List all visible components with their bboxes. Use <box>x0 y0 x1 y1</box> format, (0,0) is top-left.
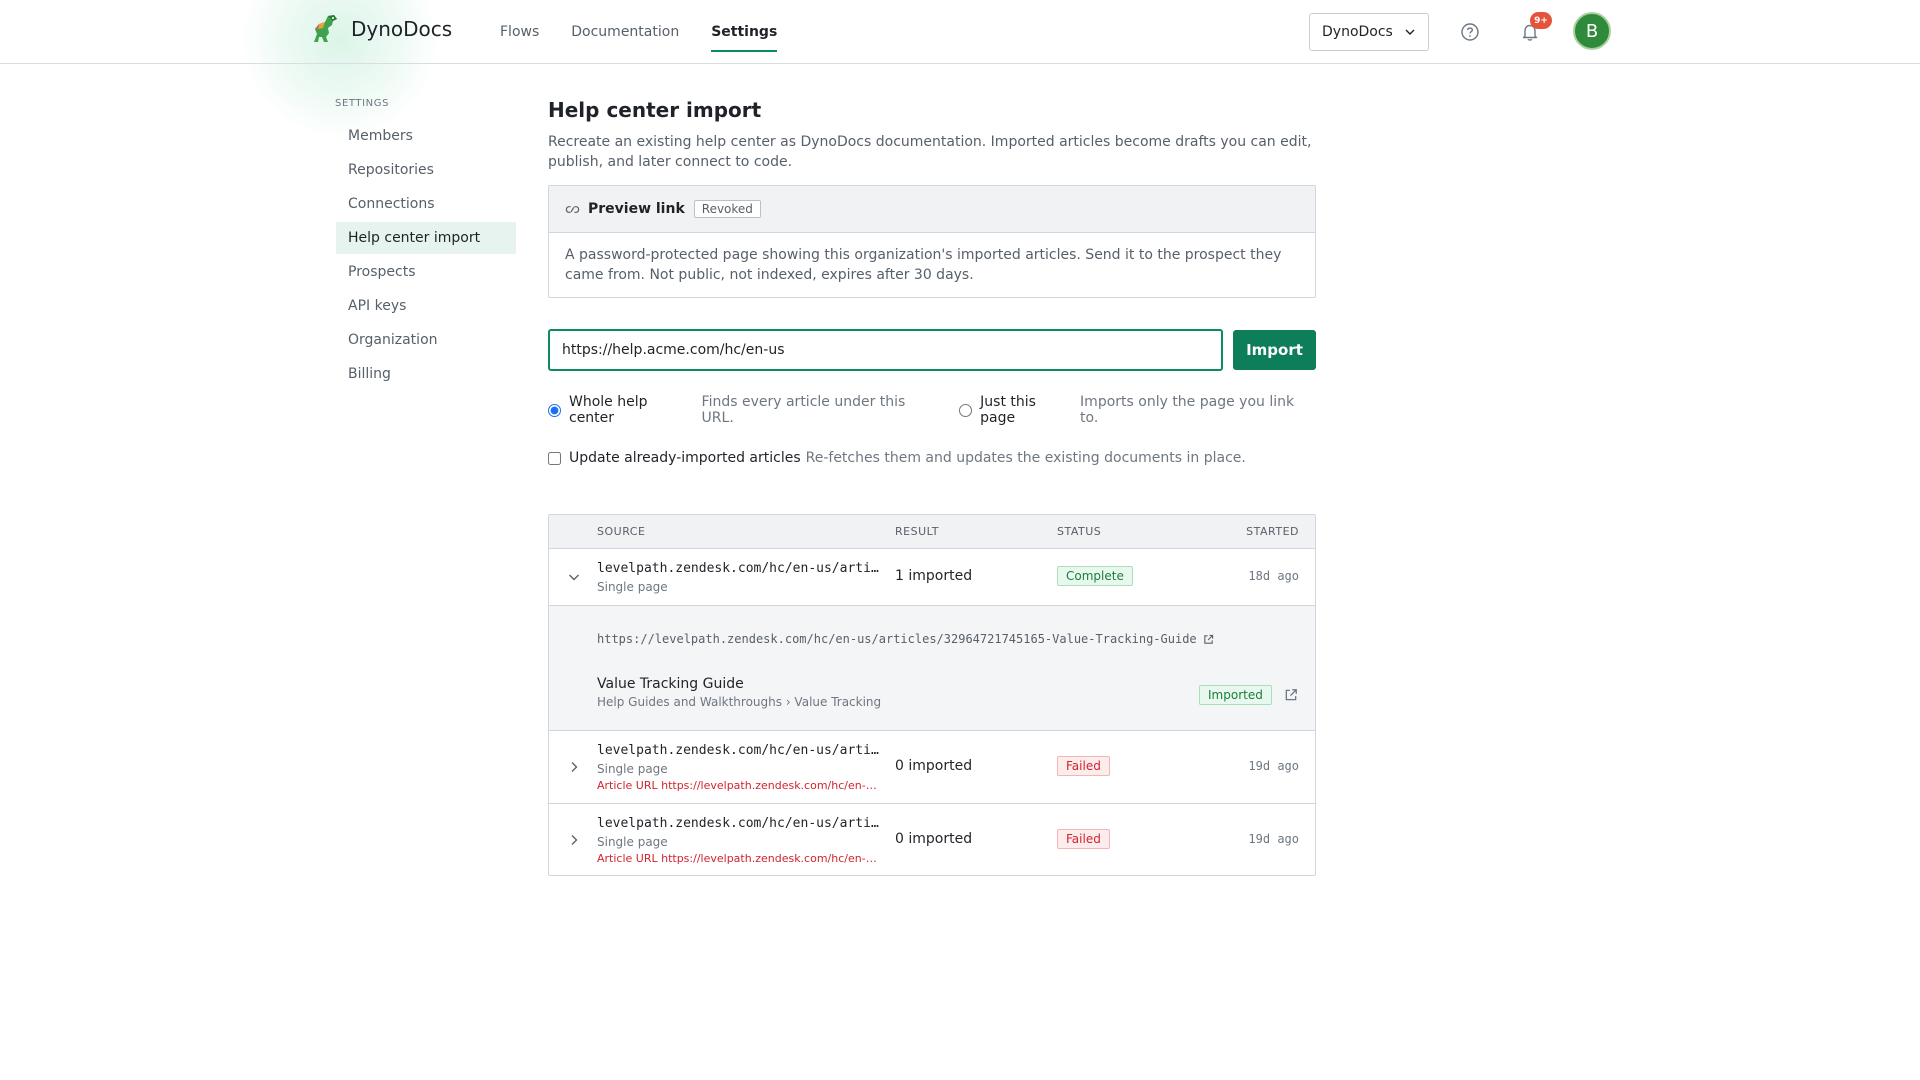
row-result: 0 imported <box>895 831 973 847</box>
whole-help-center-radio[interactable] <box>548 403 561 417</box>
status-badge: Complete <box>1057 566 1133 586</box>
detail-source-link[interactable]: https://levelpath.zendesk.com/hc/en-us/a… <box>597 632 1214 646</box>
just-this-page-hint: Imports only the page you link to. <box>1080 394 1295 426</box>
row-source-kind: Single page <box>597 762 668 776</box>
external-link-icon[interactable] <box>1284 688 1298 702</box>
imported-badge: Imported <box>1199 685 1272 705</box>
chevron-right-icon[interactable] <box>566 832 582 848</box>
settings-sidebar: Members Repositories Connections Help ce… <box>336 120 516 392</box>
row-detail-panel: https://levelpath.zendesk.com/hc/en-us/a… <box>549 606 1315 731</box>
column-header-started: STARTED <box>1246 525 1299 538</box>
table-row[interactable]: levelpath.zendesk.com/hc/en-us/articles … <box>549 731 1315 804</box>
sidebar-item-billing[interactable]: Billing <box>336 358 516 390</box>
update-imported-checkbox[interactable] <box>548 451 561 465</box>
sidebar-item-api-keys[interactable]: API keys <box>336 290 516 322</box>
preview-link-panel: Preview link Revoked A password-protecte… <box>548 185 1316 298</box>
main-nav: Flows Documentation Settings <box>500 0 809 64</box>
row-result: 0 imported <box>895 758 973 774</box>
row-source-kind: Single page <box>597 835 668 849</box>
page-description: Recreate an existing help center as Dyno… <box>548 134 1312 170</box>
preview-link-title: Preview link <box>588 201 685 217</box>
column-header-source: SOURCE <box>597 525 646 538</box>
imports-table: SOURCE RESULT STATUS STARTED levelpath.z… <box>548 514 1316 876</box>
table-header: SOURCE RESULT STATUS STARTED <box>549 515 1315 549</box>
column-header-result: RESULT <box>895 525 939 538</box>
nav-settings[interactable]: Settings <box>711 0 778 64</box>
row-source-url: levelpath.zendesk.com/hc/en-us/articles <box>597 743 879 758</box>
brand-logo[interactable]: DynoDocs <box>306 12 452 46</box>
page-title: Help center import <box>548 98 762 122</box>
sidebar-section-label: SETTINGS <box>335 98 390 109</box>
dino-icon <box>314 15 337 42</box>
row-source-url: levelpath.zendesk.com/hc/en-us/articles/… <box>597 561 879 576</box>
sidebar-item-help-center-import[interactable]: Help center import <box>336 222 516 254</box>
preview-link-description: A password-protected page showing this o… <box>565 247 1282 283</box>
row-result: 1 imported <box>895 568 973 584</box>
whole-help-center-hint: Finds every article under this URL. <box>701 394 906 426</box>
just-this-page-radio[interactable] <box>959 403 973 417</box>
link-icon <box>565 205 580 213</box>
revoked-badge: Revoked <box>693 200 761 218</box>
table-row[interactable]: levelpath.zendesk.com/hc/en-us/articles … <box>549 804 1315 875</box>
status-badge: Failed <box>1057 829 1110 849</box>
row-source-url: levelpath.zendesk.com/hc/en-us/articles <box>597 816 879 831</box>
help-icon <box>1461 23 1479 41</box>
article-breadcrumb: Help Guides and Walkthroughs › Value Tra… <box>597 695 882 709</box>
update-imported-hint: Re-fetches them and updates the existing… <box>805 450 1246 466</box>
org-selector[interactable]: DynoDocs <box>1309 13 1429 51</box>
org-selector-label: DynoDocs <box>1322 24 1393 40</box>
nav-flows[interactable]: Flows <box>500 0 539 64</box>
row-started: 19d ago <box>1248 759 1299 773</box>
table-row[interactable]: levelpath.zendesk.com/hc/en-us/articles/… <box>549 549 1315 606</box>
status-badge: Failed <box>1057 756 1110 776</box>
sidebar-item-members[interactable]: Members <box>336 120 516 152</box>
chevron-down-icon <box>1405 29 1415 35</box>
import-button[interactable]: Import <box>1233 330 1316 370</box>
just-this-page-label: Just this page <box>980 394 1036 426</box>
import-scope-options: Whole help center Finds every article un… <box>548 394 1316 426</box>
row-error-message: Article URL https://levelpath.zendesk.co… <box>597 852 879 865</box>
article-title[interactable]: Value Tracking Guide <box>597 676 744 692</box>
external-link-icon <box>1203 634 1213 644</box>
notification-count-badge: 9+ <box>1530 12 1552 29</box>
column-header-status: STATUS <box>1057 525 1102 538</box>
sidebar-item-prospects[interactable]: Prospects <box>336 256 516 288</box>
sidebar-item-connections[interactable]: Connections <box>336 188 516 220</box>
detail-source-url: https://levelpath.zendesk.com/hc/en-us/a… <box>597 632 1197 646</box>
preview-link-header: Preview link Revoked <box>549 186 1315 233</box>
help-button[interactable] <box>1458 20 1482 44</box>
row-error-message: Article URL https://levelpath.zendesk.co… <box>597 779 879 792</box>
chevron-down-icon[interactable] <box>566 569 582 585</box>
whole-help-center-label: Whole help center <box>569 394 648 426</box>
row-source-kind: Single page <box>597 580 668 594</box>
sidebar-item-organization[interactable]: Organization <box>336 324 516 356</box>
help-center-url-input[interactable] <box>548 329 1223 371</box>
sidebar-item-repositories[interactable]: Repositories <box>336 154 516 186</box>
chevron-right-icon[interactable] <box>566 759 582 775</box>
row-started: 19d ago <box>1248 832 1299 846</box>
user-avatar[interactable]: B <box>1573 12 1611 50</box>
row-started: 18d ago <box>1248 569 1299 583</box>
main-content: Help center import Recreate an existing … <box>548 98 1316 876</box>
update-imported-label: Update already-imported articles <box>569 450 801 466</box>
brand-name: DynoDocs <box>351 17 453 41</box>
update-option: Update already-imported articles Re-fetc… <box>548 450 1246 466</box>
top-header: DynoDocs Flows Documentation Settings Dy… <box>0 0 1920 64</box>
nav-documentation[interactable]: Documentation <box>571 0 679 64</box>
